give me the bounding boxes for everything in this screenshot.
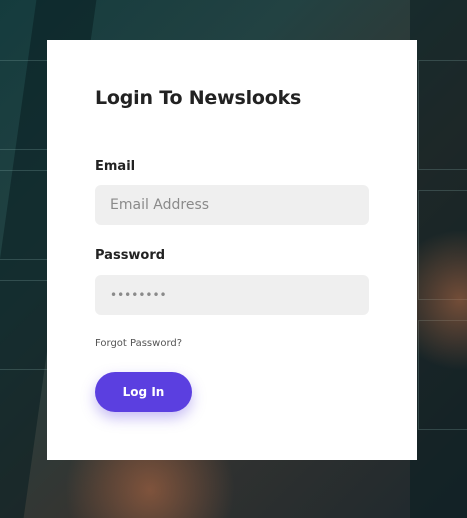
password-label: Password [95,248,166,263]
email-label: Email [95,159,136,174]
background-window [418,60,467,170]
forgot-password-link[interactable]: Forgot Password? [95,338,182,349]
login-card: Login To Newslooks Email Password Forgot… [47,40,417,460]
login-button[interactable]: Log In [95,372,192,412]
email-field[interactable] [95,185,369,225]
password-field[interactable] [95,275,369,315]
page-title: Login To Newslooks [95,87,302,109]
